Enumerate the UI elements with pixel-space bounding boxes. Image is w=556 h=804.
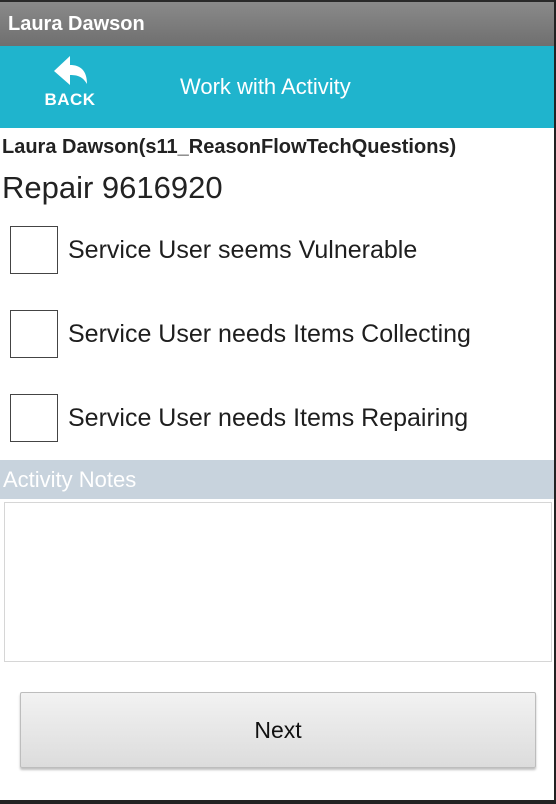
page-title: Work with Activity (180, 74, 351, 99)
screen-border-bottom (0, 800, 556, 804)
back-button[interactable]: BACK (36, 54, 104, 122)
checkbox-label: Service User needs Items Collecting (68, 320, 471, 348)
app-header: BACK Work with Activity (0, 46, 556, 128)
checkbox-label: Service User seems Vulnerable (68, 236, 418, 264)
checkbox-vulnerable[interactable]: Service User seems Vulnerable (10, 226, 550, 278)
checkbox-items-repairing[interactable]: Service User needs Items Repairing (10, 394, 550, 446)
checkbox[interactable] (10, 226, 58, 274)
next-button[interactable]: Next (20, 692, 536, 768)
back-label: BACK (44, 90, 96, 109)
person-name: Laura Dawson(s11_ReasonFlowTechQuestions… (2, 136, 457, 158)
checkbox[interactable] (10, 310, 58, 358)
window-title: Laura Dawson (8, 13, 145, 35)
activity-notes-input[interactable] (4, 502, 552, 662)
window-title-bar: Laura Dawson (0, 0, 556, 46)
checkbox-items-collecting[interactable]: Service User needs Items Collecting (10, 310, 550, 362)
checkbox-label: Service User needs Items Repairing (68, 404, 469, 432)
checkbox[interactable] (10, 394, 58, 442)
back-arrow-icon (36, 54, 104, 88)
activity-notes-header: Activity Notes (0, 460, 556, 499)
repair-number: Repair 9616920 (2, 170, 223, 205)
